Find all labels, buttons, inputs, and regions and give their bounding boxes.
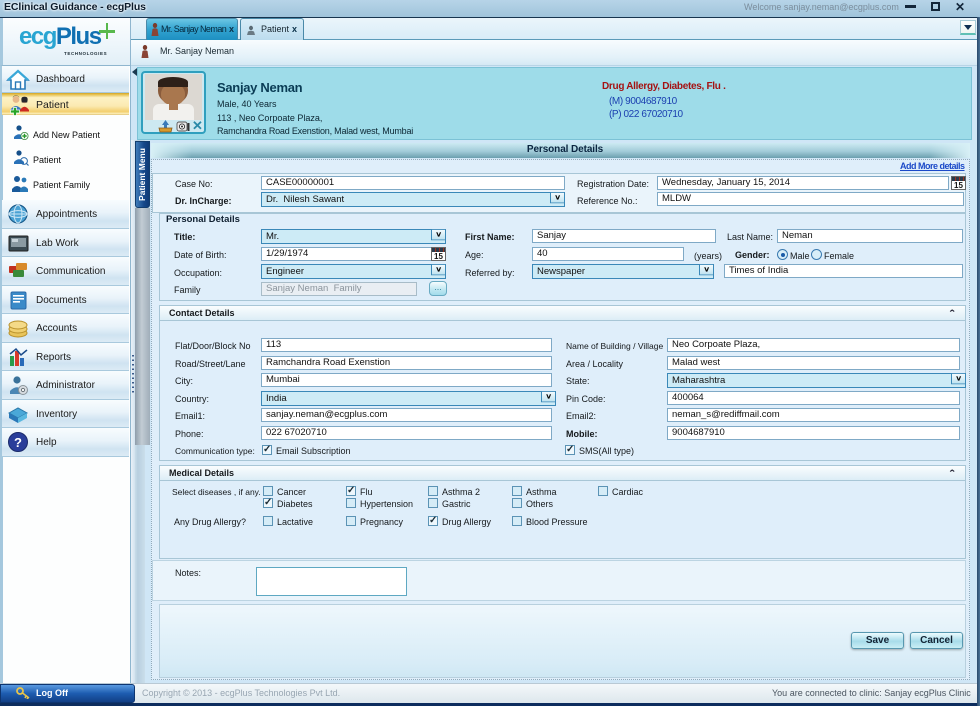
svg-text:?: ? (14, 435, 22, 450)
